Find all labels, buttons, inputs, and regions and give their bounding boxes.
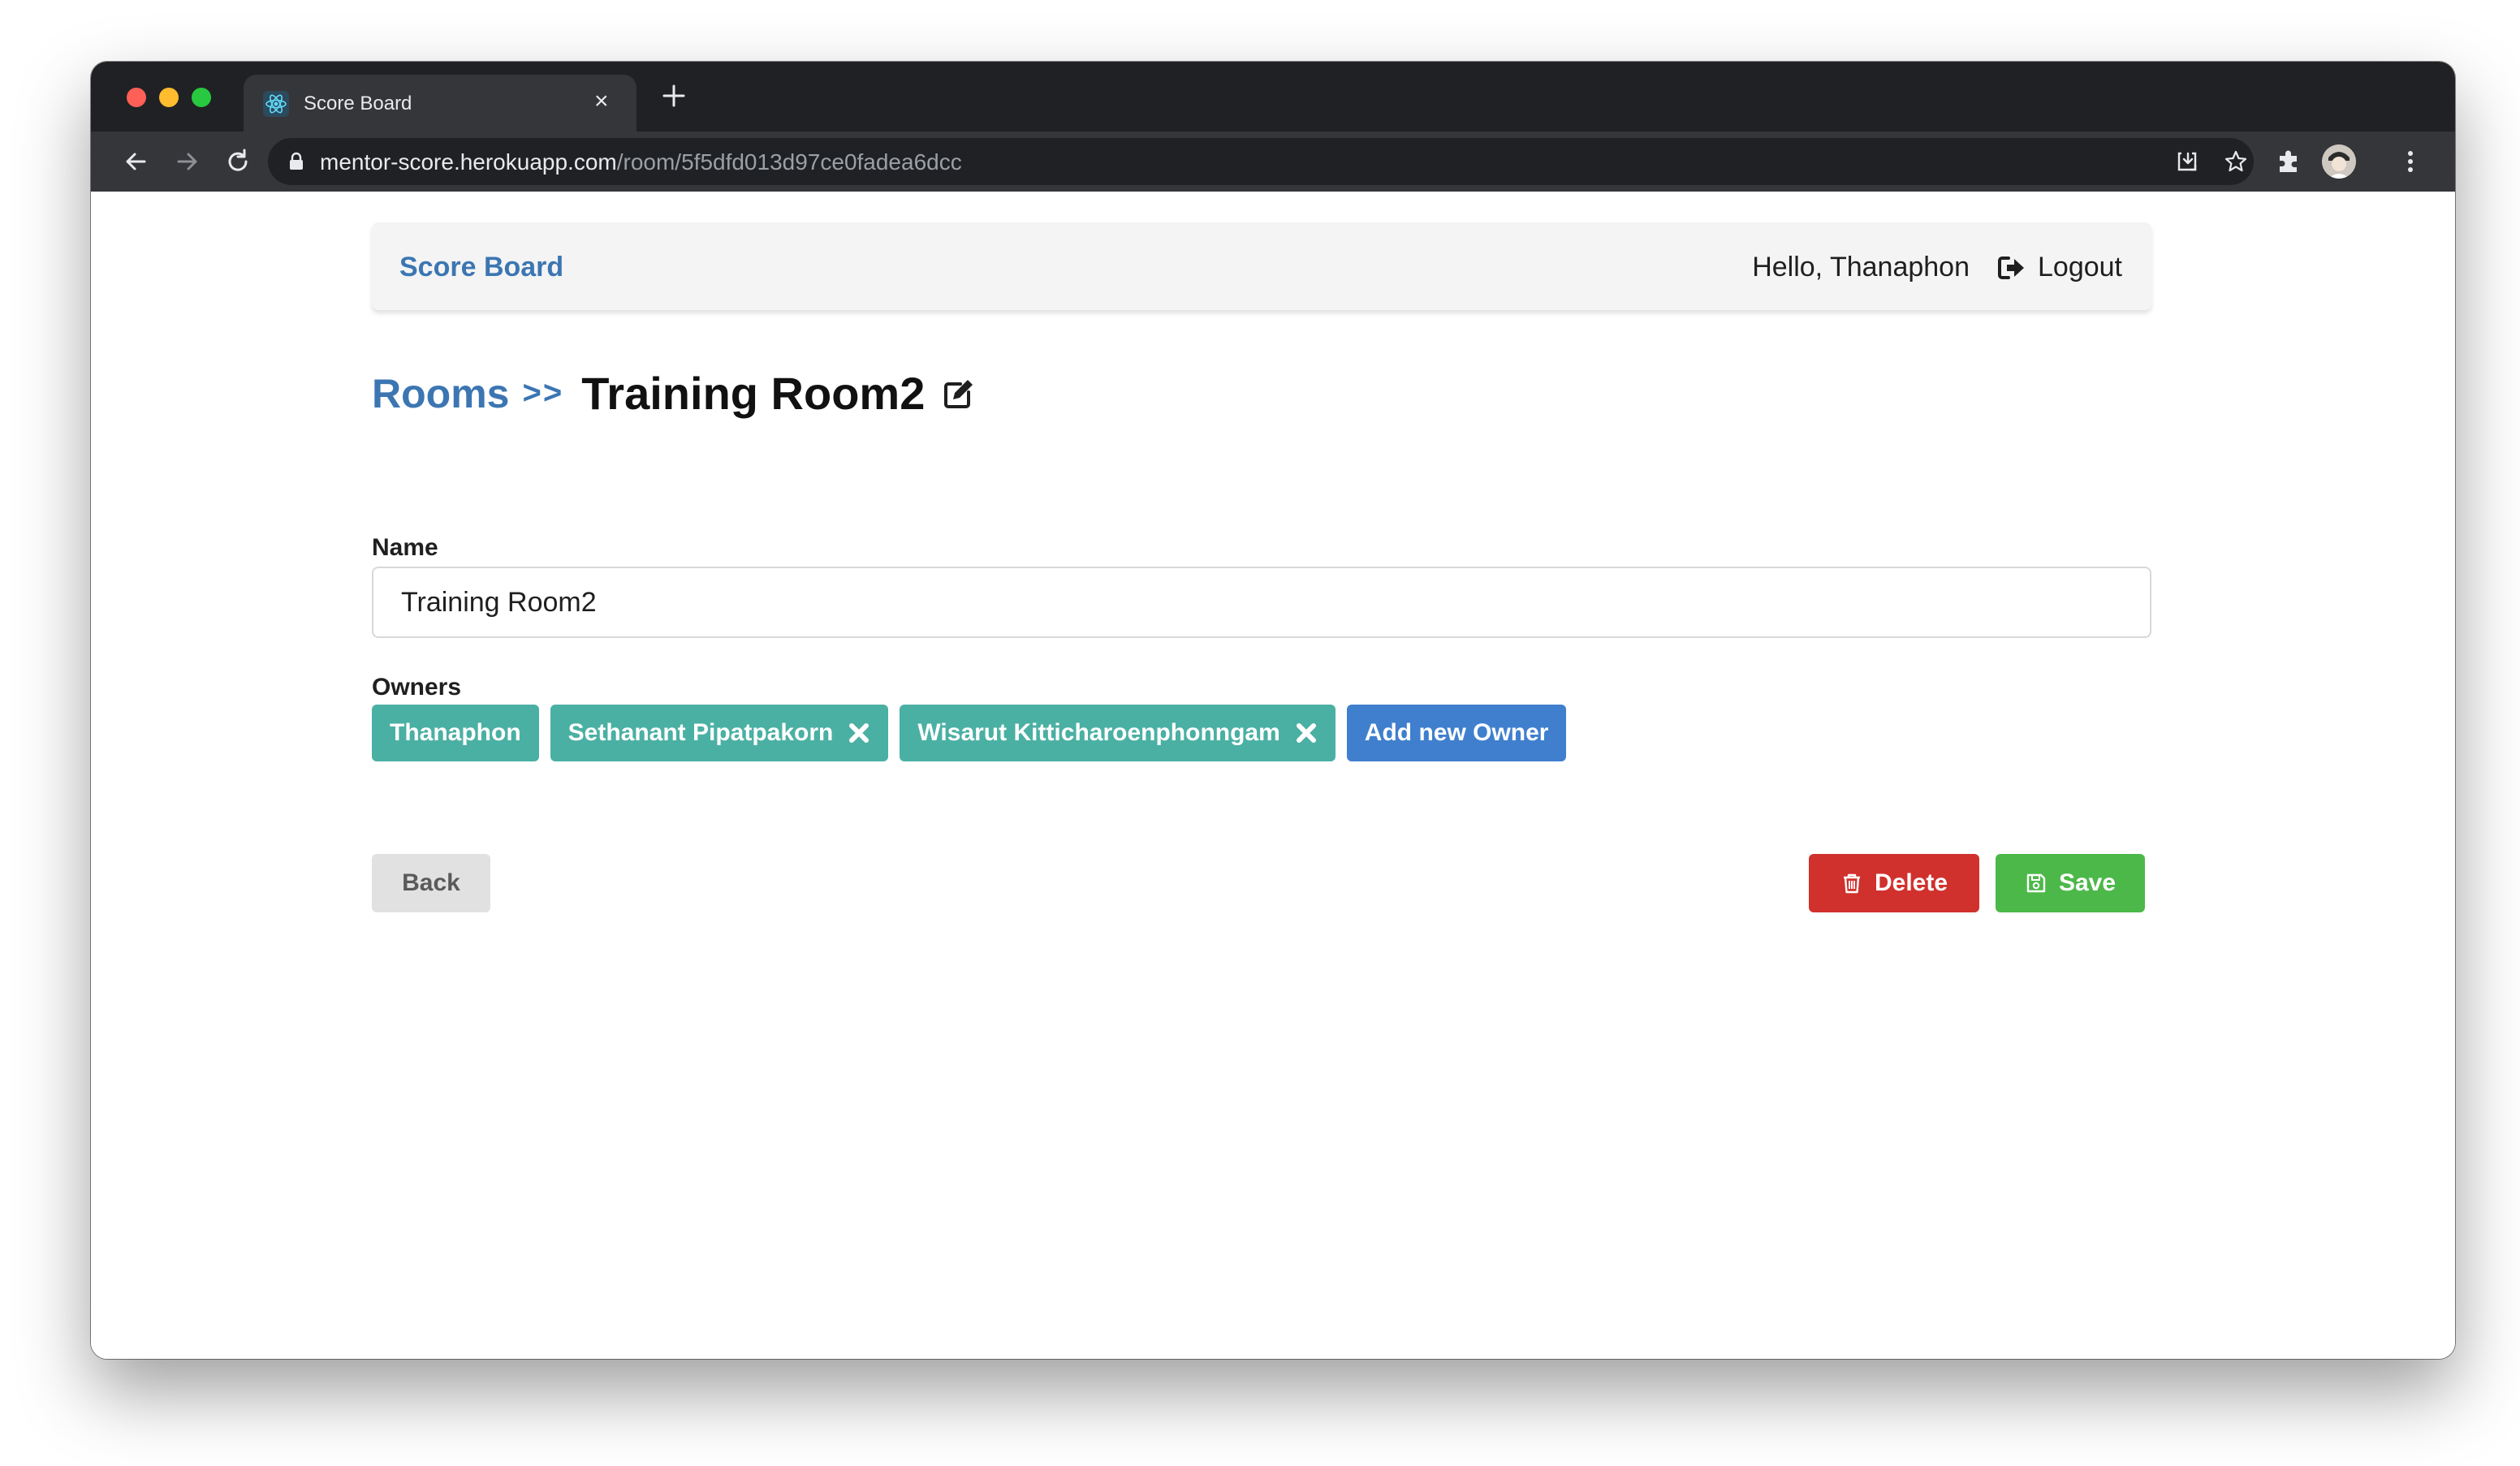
sign-out-icon — [1998, 256, 2024, 279]
profile-avatar[interactable] — [2322, 144, 2356, 179]
browser-toolbar: mentor-score.herokuapp.com/room/5f5dfd01… — [91, 132, 2455, 192]
owner-name: Wisarut Kitticharoenphonngam — [917, 719, 1280, 746]
browser-window: Score Board × mentor-score.herokuapp.com… — [91, 62, 2455, 1359]
delete-button[interactable]: Delete — [1809, 854, 1979, 912]
add-owner-label: Add new Owner — [1364, 719, 1549, 746]
new-tab-icon[interactable] — [659, 81, 688, 110]
react-atom-icon — [263, 91, 289, 117]
back-button[interactable]: Back — [372, 854, 490, 912]
more-menu-icon[interactable] — [2395, 146, 2426, 177]
install-app-icon[interactable] — [2174, 149, 2200, 175]
owner-chip: Thanaphon — [372, 705, 539, 761]
breadcrumb: Rooms >> Training Room2 — [372, 367, 975, 420]
extensions-puzzle-icon[interactable] — [2273, 146, 2304, 177]
save-label: Save — [2058, 869, 2117, 896]
owner-chip: Sethanant Pipatpakorn — [550, 705, 889, 761]
close-window-button[interactable] — [127, 88, 146, 107]
tab-strip: Score Board × — [91, 62, 2455, 132]
rooms-link[interactable]: Rooms — [372, 370, 509, 417]
url-text: mentor-score.herokuapp.com/room/5f5dfd01… — [320, 149, 962, 175]
address-bar[interactable]: mentor-score.herokuapp.com/room/5f5dfd01… — [268, 138, 2254, 185]
url-host: mentor-score.herokuapp.com — [320, 149, 617, 175]
user-greeting: Hello, Thanaphon — [1752, 252, 1970, 282]
back-arrow-icon[interactable] — [120, 146, 151, 177]
browser-tab[interactable]: Score Board × — [244, 75, 636, 132]
brand-link[interactable]: Score Board — [399, 252, 563, 283]
room-name-input[interactable] — [372, 567, 2151, 638]
forward-arrow-icon[interactable] — [172, 146, 203, 177]
avatar-face-icon — [2322, 144, 2356, 179]
owner-chip: Wisarut Kitticharoenphonngam — [900, 705, 1336, 761]
back-label: Back — [402, 869, 460, 896]
edit-icon[interactable] — [943, 377, 975, 410]
name-label: Name — [372, 534, 438, 561]
minimize-window-button[interactable] — [159, 88, 179, 107]
trash-icon — [1843, 873, 1860, 894]
remove-owner-icon[interactable] — [1295, 722, 1318, 744]
app-navbar: Score Board Hello, Thanaphon Logout — [372, 222, 2151, 310]
reload-icon[interactable] — [222, 146, 253, 177]
remove-owner-icon[interactable] — [848, 722, 870, 744]
save-button[interactable]: Save — [1996, 854, 2145, 912]
logout-button[interactable]: Logout — [1997, 252, 2122, 283]
tab-close-icon[interactable]: × — [594, 89, 609, 114]
delete-label: Delete — [1874, 869, 1948, 896]
add-owner-button[interactable]: Add new Owner — [1346, 705, 1567, 761]
owner-name: Thanaphon — [390, 719, 521, 746]
breadcrumb-separator: >> — [522, 375, 564, 411]
logout-label: Logout — [2038, 252, 2122, 282]
lock-icon — [290, 152, 303, 170]
page-content: Score Board Hello, Thanaphon Logout Room… — [91, 192, 2455, 1359]
owner-name: Sethanant Pipatpakorn — [567, 719, 834, 746]
bookmark-star-icon[interactable] — [2223, 149, 2249, 175]
maximize-window-button[interactable] — [192, 88, 211, 107]
tab-title: Score Board — [304, 93, 412, 114]
owners-label: Owners — [372, 674, 462, 701]
owners-list: Thanaphon Sethanant Pipatpakorn Wisarut … — [372, 705, 1567, 761]
page-title: Training Room2 — [581, 368, 926, 419]
url-path: /room/5f5dfd013d97ce0fadea6dcc — [616, 149, 962, 175]
floppy-disk-icon — [2026, 873, 2046, 893]
